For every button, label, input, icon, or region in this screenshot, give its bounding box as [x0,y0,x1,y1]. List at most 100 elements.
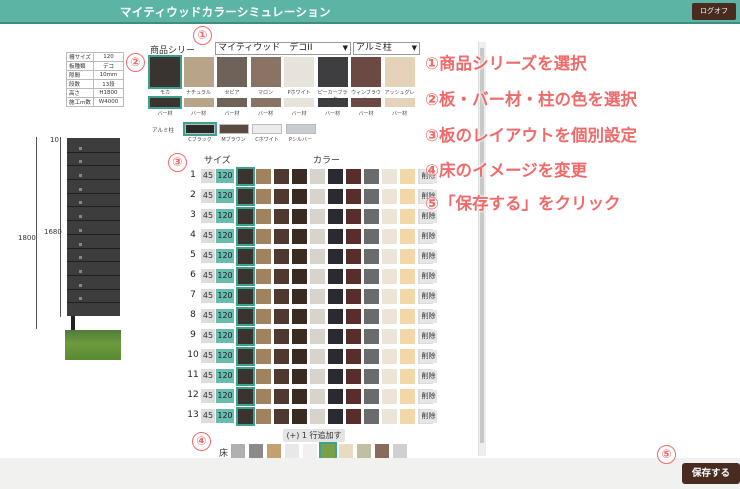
floor-color-swatch[interactable] [303,444,317,458]
size-120-button[interactable]: 120 [216,169,234,183]
pillar-color-swatch[interactable] [183,122,217,136]
row-color-swatch[interactable] [256,389,271,404]
floor-color-swatch[interactable] [375,444,389,458]
pillar-color-swatch[interactable] [218,124,249,134]
row-color-swatch[interactable] [310,269,325,284]
bar-color-swatch[interactable] [217,98,247,107]
row-color-swatch[interactable] [274,269,289,284]
floor-color-swatch[interactable] [267,444,281,458]
row-color-swatch[interactable] [256,269,271,284]
row-color-swatch[interactable] [382,389,397,404]
row-color-swatch[interactable] [364,309,379,324]
row-color-swatch[interactable] [274,229,289,244]
row-color-swatch[interactable] [236,207,255,226]
delete-row-button[interactable]: 削除 [420,310,437,323]
row-color-swatch[interactable] [400,189,415,204]
row-color-swatch[interactable] [256,289,271,304]
row-color-swatch[interactable] [364,329,379,344]
pillar-color-swatch[interactable] [285,124,316,134]
row-color-swatch[interactable] [382,189,397,204]
delete-row-button[interactable]: 削除 [420,290,437,303]
row-color-swatch[interactable] [236,247,255,266]
row-color-swatch[interactable] [346,189,361,204]
row-color-swatch[interactable] [382,349,397,364]
row-color-swatch[interactable] [400,329,415,344]
size-45-button[interactable]: 45 [201,369,215,383]
row-color-swatch[interactable] [328,269,343,284]
row-color-swatch[interactable] [328,349,343,364]
delete-row-button[interactable]: 削除 [420,250,437,263]
size-45-button[interactable]: 45 [201,249,215,263]
delete-row-button[interactable]: 削除 [420,370,437,383]
row-color-swatch[interactable] [236,227,255,246]
row-color-swatch[interactable] [364,189,379,204]
board-color-swatch[interactable] [250,57,281,87]
floor-color-swatch[interactable] [339,444,353,458]
size-45-button[interactable]: 45 [201,409,215,423]
pillar-color-swatch[interactable] [252,124,282,134]
delete-row-button[interactable]: 削除 [420,270,437,283]
row-color-swatch[interactable] [328,209,343,224]
board-color-swatch[interactable] [183,57,214,87]
bar-color-swatch[interactable] [250,98,281,107]
row-color-swatch[interactable] [310,309,325,324]
row-color-swatch[interactable] [274,249,289,264]
row-color-swatch[interactable] [382,249,397,264]
row-color-swatch[interactable] [274,369,289,384]
row-color-swatch[interactable] [328,289,343,304]
row-color-swatch[interactable] [292,389,307,404]
row-color-swatch[interactable] [292,329,307,344]
add-row-button[interactable]: (+) 1 行追加する [283,429,345,453]
row-color-swatch[interactable] [236,327,255,346]
row-color-swatch[interactable] [274,209,289,224]
row-color-swatch[interactable] [310,249,325,264]
row-color-swatch[interactable] [346,409,361,424]
size-45-button[interactable]: 45 [201,349,215,363]
floor-color-swatch[interactable] [357,444,371,458]
size-45-button[interactable]: 45 [201,229,215,243]
row-color-swatch[interactable] [382,209,397,224]
delete-row-button[interactable]: 削除 [420,410,437,423]
row-color-swatch[interactable] [236,347,255,366]
row-color-swatch[interactable] [310,409,325,424]
row-color-swatch[interactable] [328,169,343,184]
floor-color-swatch[interactable] [249,444,263,458]
row-color-swatch[interactable] [364,169,379,184]
size-120-button[interactable]: 120 [216,309,234,323]
row-color-swatch[interactable] [382,229,397,244]
row-color-swatch[interactable] [382,409,397,424]
row-color-swatch[interactable] [256,209,271,224]
row-color-swatch[interactable] [274,289,289,304]
row-color-swatch[interactable] [236,407,255,426]
row-color-swatch[interactable] [364,409,379,424]
post-select[interactable]: アルミ柱 ▼ [353,42,420,55]
board-color-swatch[interactable] [351,57,381,87]
row-color-swatch[interactable] [400,209,415,224]
row-color-swatch[interactable] [274,189,289,204]
row-color-swatch[interactable] [400,369,415,384]
row-color-swatch[interactable] [382,289,397,304]
row-color-swatch[interactable] [256,369,271,384]
row-color-swatch[interactable] [236,287,255,306]
row-color-swatch[interactable] [236,367,255,386]
row-color-swatch[interactable] [346,369,361,384]
row-color-swatch[interactable] [346,329,361,344]
row-color-swatch[interactable] [310,389,325,404]
row-color-swatch[interactable] [382,329,397,344]
save-button[interactable]: 保存する [682,463,740,484]
row-color-swatch[interactable] [364,349,379,364]
row-color-swatch[interactable] [400,309,415,324]
row-color-swatch[interactable] [256,229,271,244]
row-color-swatch[interactable] [328,389,343,404]
row-color-swatch[interactable] [274,329,289,344]
board-color-swatch[interactable] [384,57,415,87]
row-color-swatch[interactable] [364,369,379,384]
size-120-button[interactable]: 120 [216,269,234,283]
size-120-button[interactable]: 120 [216,209,234,223]
row-color-swatch[interactable] [400,229,415,244]
row-color-swatch[interactable] [400,249,415,264]
row-color-swatch[interactable] [256,409,271,424]
row-color-swatch[interactable] [292,309,307,324]
row-color-swatch[interactable] [236,167,255,186]
size-45-button[interactable]: 45 [201,209,215,223]
